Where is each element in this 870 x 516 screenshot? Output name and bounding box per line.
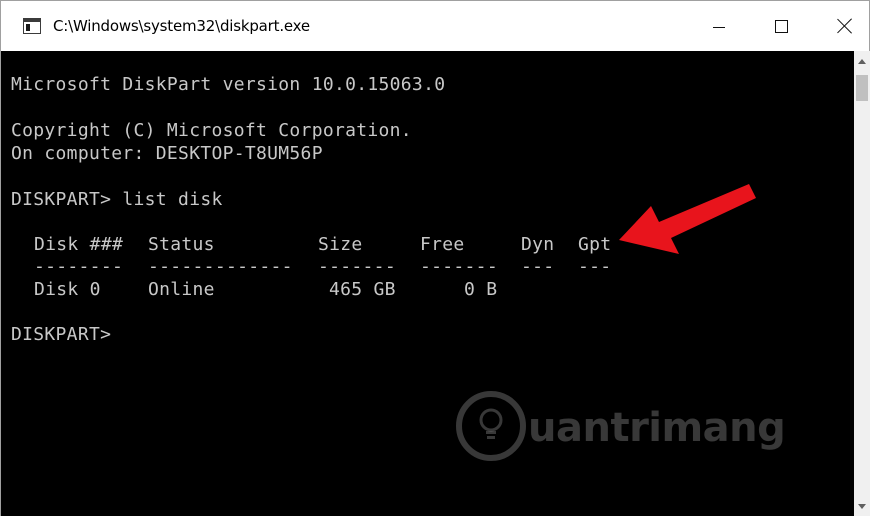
header-status: Status (148, 234, 215, 255)
separator-status: ------------- (148, 256, 293, 277)
window-title: C:\Windows\system32\diskpart.exe (53, 17, 310, 35)
close-button[interactable] (813, 1, 870, 51)
header-disk: Disk ### (34, 234, 124, 255)
scroll-thumb[interactable] (856, 75, 868, 101)
lightbulb-logo-icon (479, 408, 503, 439)
header-dyn: Dyn (521, 234, 555, 255)
separator-free: ------- (420, 256, 498, 277)
scroll-down-button[interactable] (854, 498, 870, 514)
maximize-icon (775, 19, 788, 33)
vertical-scrollbar[interactable] (854, 51, 870, 516)
watermark: uantrimang (456, 389, 786, 469)
minimize-icon (712, 26, 725, 28)
minimize-button[interactable] (687, 1, 750, 51)
watermark-text: uantrimang (528, 405, 786, 451)
red-arrow-shape (619, 184, 756, 254)
prompt-line: DISKPART> (11, 324, 112, 345)
header-free: Free (420, 234, 465, 255)
maximize-button[interactable] (750, 1, 813, 51)
copyright-line: Copyright (C) Microsoft Corporation. (11, 120, 412, 141)
console-window-icon[interactable] (23, 18, 41, 34)
version-line: Microsoft DiskPart version 10.0.15063.0 (11, 74, 446, 95)
separator-dyn: --- (521, 256, 555, 277)
scroll-up-button[interactable] (854, 53, 870, 69)
close-icon (837, 18, 853, 34)
chevron-up-icon (858, 58, 866, 64)
computer-line: On computer: DESKTOP-T8UM56P (11, 143, 323, 164)
row-disk-number: Disk 0 (34, 279, 101, 300)
title-bar[interactable]: C:\Windows\system32\diskpart.exe (1, 1, 869, 51)
separator-disk: -------- (34, 256, 124, 277)
row-size: 465 GB (329, 279, 396, 300)
diskpart-window: C:\Windows\system32\diskpart.exe Microso… (0, 0, 870, 516)
header-size: Size (318, 234, 363, 255)
row-free: 0 B (464, 279, 498, 300)
row-status: Online (148, 279, 215, 300)
red-arrow-annotation (619, 184, 756, 254)
separator-size: ------- (318, 256, 396, 277)
command-line: DISKPART> list disk (11, 189, 223, 210)
chevron-down-icon (858, 503, 866, 509)
